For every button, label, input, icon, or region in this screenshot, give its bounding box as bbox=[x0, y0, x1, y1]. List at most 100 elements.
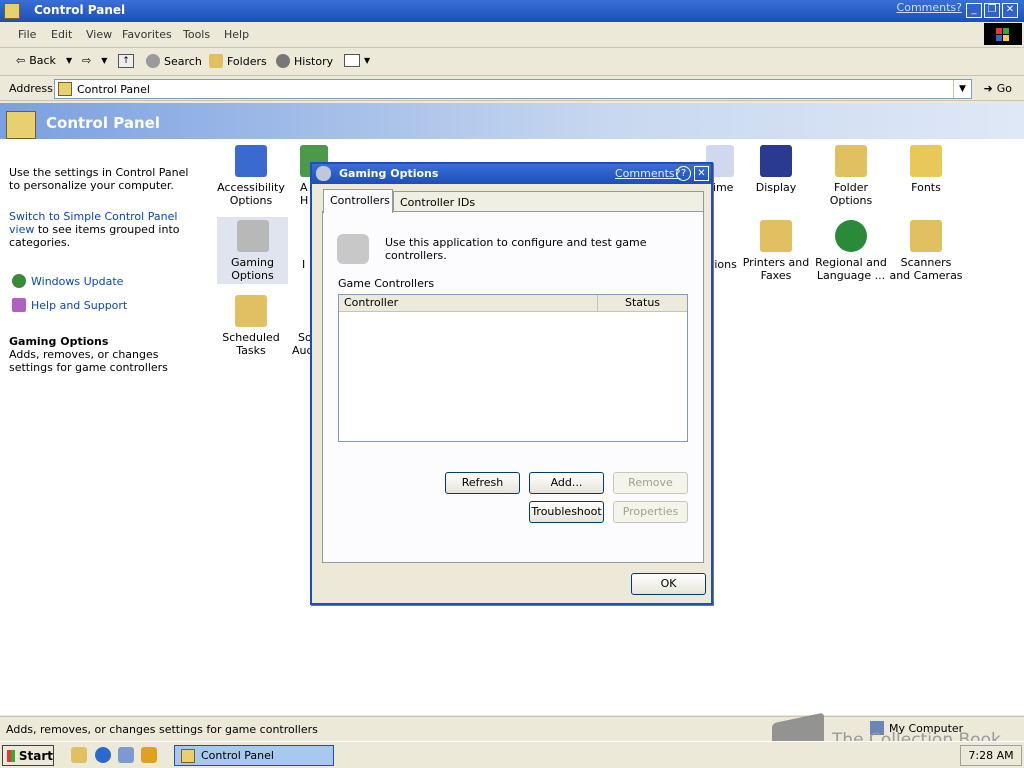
fonts-label: Fonts bbox=[911, 181, 941, 194]
folders-button[interactable]: Folders bbox=[209, 54, 267, 68]
history-icon bbox=[276, 54, 290, 68]
go-button[interactable]: ➜ Go bbox=[984, 82, 1012, 95]
control-panel-icon bbox=[58, 82, 72, 96]
dialog-title: Gaming Options bbox=[339, 167, 439, 180]
search-button[interactable]: Search bbox=[146, 54, 202, 68]
dialog-comments-link[interactable]: Comments? bbox=[615, 167, 680, 180]
tab-controller-ids[interactable]: Controller IDs bbox=[393, 191, 704, 212]
network-icon[interactable] bbox=[118, 747, 134, 763]
controllers-list[interactable]: Controller Status bbox=[338, 294, 688, 442]
media-player-icon[interactable] bbox=[141, 747, 157, 763]
help-button[interactable]: ? bbox=[676, 166, 691, 181]
menu-bar: File Edit View Favorites Tools Help bbox=[0, 22, 1024, 48]
dialog-close-button[interactable]: ✕ bbox=[694, 166, 709, 181]
printers-faxes-item[interactable]: Printers and Faxes bbox=[739, 220, 813, 282]
details-description: Adds, removes, or changes settings for g… bbox=[9, 348, 168, 374]
taskbar-item-control-panel[interactable]: Control Panel bbox=[174, 745, 334, 766]
close-button[interactable]: ✕ bbox=[1002, 3, 1018, 18]
address-bar: Address Control Panel ▼ ➜ Go bbox=[0, 77, 1024, 101]
show-desktop-icon[interactable] bbox=[71, 747, 87, 763]
chevron-down-icon[interactable]: ▼ bbox=[101, 56, 107, 65]
forward-arrow-icon: ⇨ bbox=[82, 54, 92, 67]
chevron-down-icon[interactable]: ▼ bbox=[364, 56, 370, 65]
windows-update-link[interactable]: Windows Update bbox=[12, 274, 123, 288]
accessibility-label: Accessibility Options bbox=[217, 181, 285, 207]
scanners-cameras-item[interactable]: Scanners and Cameras bbox=[889, 220, 963, 282]
refresh-button[interactable]: Refresh bbox=[445, 472, 520, 494]
properties-button[interactable]: Properties bbox=[613, 501, 688, 523]
ok-button[interactable]: OK bbox=[631, 573, 706, 595]
internet-explorer-icon[interactable] bbox=[95, 747, 111, 763]
display-label: Display bbox=[755, 181, 797, 194]
minimize-button[interactable]: _ bbox=[966, 3, 982, 18]
joystick-icon bbox=[236, 220, 269, 252]
windows-update-icon bbox=[12, 274, 26, 288]
taskbar-item-label: Control Panel bbox=[201, 749, 274, 762]
display-icon bbox=[760, 145, 792, 177]
control-panel-icon bbox=[6, 111, 36, 139]
up-folder-icon: ↑ bbox=[118, 54, 134, 68]
joystick-icon bbox=[316, 166, 331, 181]
power-options-item[interactable]: tions bbox=[710, 258, 740, 271]
globe-icon bbox=[835, 220, 867, 252]
start-label: Start bbox=[18, 748, 53, 763]
menu-view[interactable]: View bbox=[86, 28, 112, 41]
gaming-options-label: Gaming Options bbox=[231, 256, 274, 282]
menu-tools[interactable]: Tools bbox=[183, 28, 210, 41]
chevron-down-icon[interactable]: ▼ bbox=[66, 56, 72, 65]
window-titlebar: Control Panel Comments? _ ❐ ✕ bbox=[0, 0, 1024, 22]
windows-update-label: Windows Update bbox=[31, 274, 124, 288]
history-button[interactable]: History bbox=[276, 54, 333, 68]
left-task-pane: Use the settings in Control Panel to per… bbox=[0, 139, 192, 715]
menu-file[interactable]: File bbox=[18, 28, 36, 41]
folder-options-icon bbox=[835, 145, 867, 177]
control-panel-icon bbox=[4, 3, 20, 19]
back-button[interactable]: ⇦ Back ▼ bbox=[16, 54, 72, 67]
tab-controllers[interactable]: Controllers bbox=[323, 189, 393, 213]
controllers-panel: Use this application to configure and te… bbox=[322, 211, 704, 563]
help-support-link[interactable]: Help and Support bbox=[12, 298, 127, 312]
up-folder-button[interactable]: ↑ bbox=[118, 54, 134, 68]
regional-label: Regional and Language ... bbox=[815, 256, 887, 282]
views-button[interactable]: ▼ bbox=[344, 54, 370, 67]
menu-help[interactable]: Help bbox=[224, 28, 249, 41]
fonts-item[interactable]: Fonts bbox=[889, 145, 963, 194]
search-icon bbox=[146, 54, 160, 68]
troubleshoot-button[interactable]: Troubleshoot bbox=[529, 501, 604, 523]
address-dropdown-button[interactable]: ▼ bbox=[953, 80, 971, 98]
scheduled-tasks-label: Scheduled Tasks bbox=[222, 331, 280, 357]
details-title: Gaming Options bbox=[9, 335, 109, 348]
column-header-status[interactable]: Status bbox=[598, 295, 687, 312]
printer-icon bbox=[760, 220, 792, 252]
partial-label-so: So bbox=[298, 331, 312, 344]
dialog-intro-text: Use this application to configure and te… bbox=[385, 236, 647, 262]
column-header-controller[interactable]: Controller bbox=[339, 295, 598, 312]
history-label: History bbox=[294, 54, 334, 68]
sounds-audio-item[interactable]: So Aud bbox=[292, 331, 313, 357]
partial-label-i: I bbox=[302, 258, 306, 271]
joystick-icon bbox=[337, 234, 369, 264]
partial-label-h: H bbox=[300, 194, 309, 207]
menu-edit[interactable]: Edit bbox=[51, 28, 72, 41]
start-button[interactable]: Start bbox=[2, 745, 54, 766]
address-input[interactable]: Control Panel ▼ bbox=[54, 79, 972, 99]
remove-button[interactable]: Remove bbox=[613, 472, 688, 494]
menu-favorites[interactable]: Favorites bbox=[122, 28, 172, 41]
address-value: Control Panel bbox=[77, 83, 150, 96]
comments-link[interactable]: Comments? bbox=[897, 1, 962, 14]
scheduled-tasks-item[interactable]: Scheduled Tasks bbox=[214, 295, 288, 357]
accessibility-icon bbox=[235, 145, 267, 177]
address-label: Address bbox=[9, 82, 53, 95]
display-item[interactable]: Display bbox=[739, 145, 813, 194]
dialog-titlebar: Gaming Options Comments? ? ✕ bbox=[312, 164, 711, 184]
intro-text: Use the settings in Control Panel to per… bbox=[9, 166, 189, 192]
folder-options-item[interactable]: Folder Options bbox=[814, 145, 888, 207]
forward-button[interactable]: ⇨ ▼ bbox=[82, 54, 107, 67]
accessibility-options-item[interactable]: Accessibility Options bbox=[214, 145, 288, 207]
switch-view-rest: to see items grouped into categories. bbox=[9, 223, 180, 249]
regional-language-item[interactable]: Regional and Language ... bbox=[814, 220, 888, 282]
gaming-options-item[interactable]: Gaming Options bbox=[217, 217, 288, 284]
restore-button[interactable]: ❐ bbox=[984, 3, 1000, 18]
game-controllers-label: Game Controllers bbox=[338, 277, 435, 290]
add-button[interactable]: Add... bbox=[529, 472, 604, 494]
